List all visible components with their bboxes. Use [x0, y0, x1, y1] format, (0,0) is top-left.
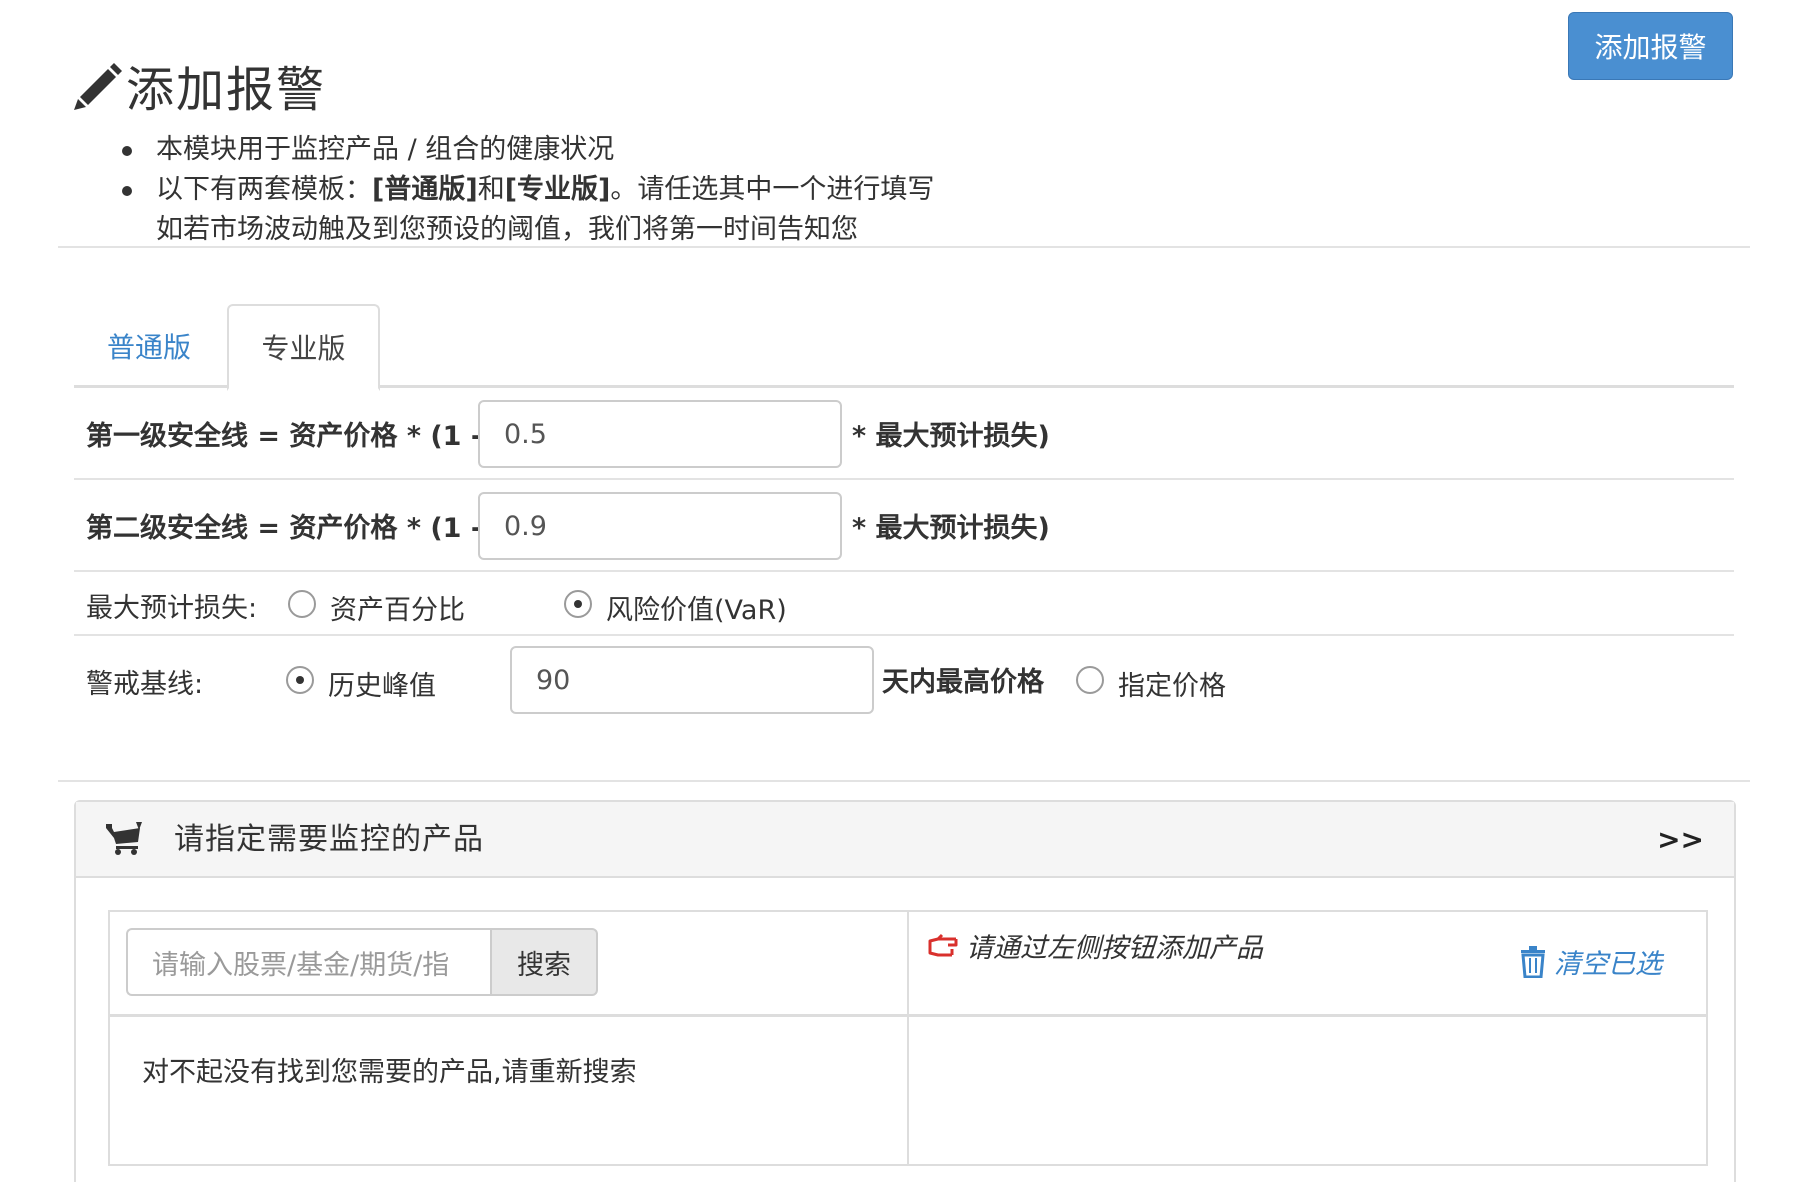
baseline-row: 警戒基线: 历史峰值 90 天内最高价格 指定价格	[74, 636, 1734, 720]
divider	[58, 780, 1750, 782]
tab-normal[interactable]: 普通版	[74, 304, 224, 388]
level1-prefix-label: 第一级安全线 = 资产价格 * (1 -	[86, 421, 483, 452]
intro-item: 本模块用于监控产品 / 组合的健康状况	[120, 130, 934, 170]
add-product-hint-text: 请通过左侧按钮添加产品	[966, 933, 1263, 964]
max-loss-var-radio[interactable]	[564, 590, 592, 618]
grid-divider	[907, 912, 909, 1164]
intro-line-2-prefix: 以下有两套模板：	[156, 174, 372, 205]
intro-and: 和	[477, 174, 505, 205]
intro-line-2-suffix: 。请任选其中一个进行填写	[610, 174, 935, 205]
level2-suffix-label: * 最大预计损失)	[852, 513, 1050, 544]
search-button[interactable]: 搜索	[490, 928, 598, 996]
clear-selected-label: 清空已选	[1554, 949, 1662, 980]
intro-normal-label: [普通版]	[372, 174, 478, 205]
level2-input[interactable]: 0.9	[478, 492, 842, 560]
trash-icon	[1521, 945, 1545, 978]
intro-line-1: 本模块用于监控产品 / 组合的健康状况	[156, 134, 615, 165]
baseline-days-input[interactable]: 90	[510, 646, 874, 714]
baseline-peak-label: 历史峰值	[328, 671, 436, 702]
products-grid: 请输入股票/基金/期货/指 搜索 请通过左侧按钮添加产品 清空已选 对不起没有找…	[108, 910, 1708, 1166]
baseline-peak-radio[interactable]	[286, 666, 314, 694]
intro-pro-label: [专业版]	[504, 174, 611, 205]
shopping-cart-icon	[106, 822, 142, 855]
max-loss-percent-radio[interactable]	[288, 590, 316, 618]
level1-suffix-label: * 最大预计损失)	[852, 421, 1050, 452]
tab-pro[interactable]: 专业版	[227, 304, 380, 391]
products-panel-header: 请指定需要监控的产品 >>	[76, 802, 1734, 878]
level1-input[interactable]: 0.5	[478, 400, 842, 468]
level2-row: 第二级安全线 = 资产价格 * (1 - 0.9 * 最大预计损失)	[74, 480, 1734, 572]
max-loss-var-label: 风险价值(VaR)	[606, 595, 787, 626]
baseline-label: 警戒基线:	[86, 669, 204, 700]
divider	[58, 246, 1750, 248]
intro-item: 以下有两套模板：[普通版]和[专业版]。请任选其中一个进行填写	[120, 170, 934, 210]
template-tabs: 普通版 专业版	[74, 304, 1734, 391]
products-panel-title: 请指定需要监控的产品	[174, 822, 484, 857]
no-result-message: 对不起没有找到您需要的产品,请重新搜索	[142, 1057, 637, 1088]
baseline-fixed-radio[interactable]	[1076, 666, 1104, 694]
pointing-hand-icon	[928, 933, 958, 956]
max-loss-percent-label: 资产百分比	[330, 595, 465, 626]
page-header: 添加报警	[72, 50, 326, 120]
max-loss-row: 最大预计损失: 资产百分比 风险价值(VaR)	[74, 572, 1734, 636]
add-alert-button[interactable]: 添加报警	[1568, 12, 1733, 80]
clear-selected-button[interactable]: 清空已选	[1520, 942, 1662, 981]
max-loss-label: 最大预计损失:	[86, 593, 258, 624]
intro-line-3: 如若市场波动触及到您预设的阈值，我们将第一时间告知您	[156, 214, 858, 245]
product-search-input[interactable]: 请输入股票/基金/期货/指	[126, 928, 490, 996]
add-product-hint: 请通过左侧按钮添加产品	[926, 926, 1263, 965]
bullet-dot	[122, 186, 132, 196]
expand-toggle[interactable]: >>	[1657, 802, 1704, 878]
intro-list: 本模块用于监控产品 / 组合的健康状况 以下有两套模板：[普通版]和[专业版]。…	[120, 130, 934, 250]
products-panel: 请指定需要监控的产品 >> 请输入股票/基金/期货/指 搜索 请通过左侧按钮添加…	[74, 800, 1736, 1182]
baseline-days-suffix: 天内最高价格	[882, 667, 1044, 698]
page-title: 添加报警	[126, 62, 327, 118]
intro-item: 如若市场波动触及到您预设的阈值，我们将第一时间告知您	[120, 210, 934, 250]
grid-divider	[110, 1014, 1706, 1017]
baseline-fixed-label: 指定价格	[1118, 671, 1226, 702]
bullet-dot	[122, 146, 132, 156]
level1-row: 第一级安全线 = 资产价格 * (1 - 0.5 * 最大预计损失)	[74, 390, 1734, 480]
pencil-icon	[74, 63, 122, 110]
level2-prefix-label: 第二级安全线 = 资产价格 * (1 -	[86, 513, 483, 544]
